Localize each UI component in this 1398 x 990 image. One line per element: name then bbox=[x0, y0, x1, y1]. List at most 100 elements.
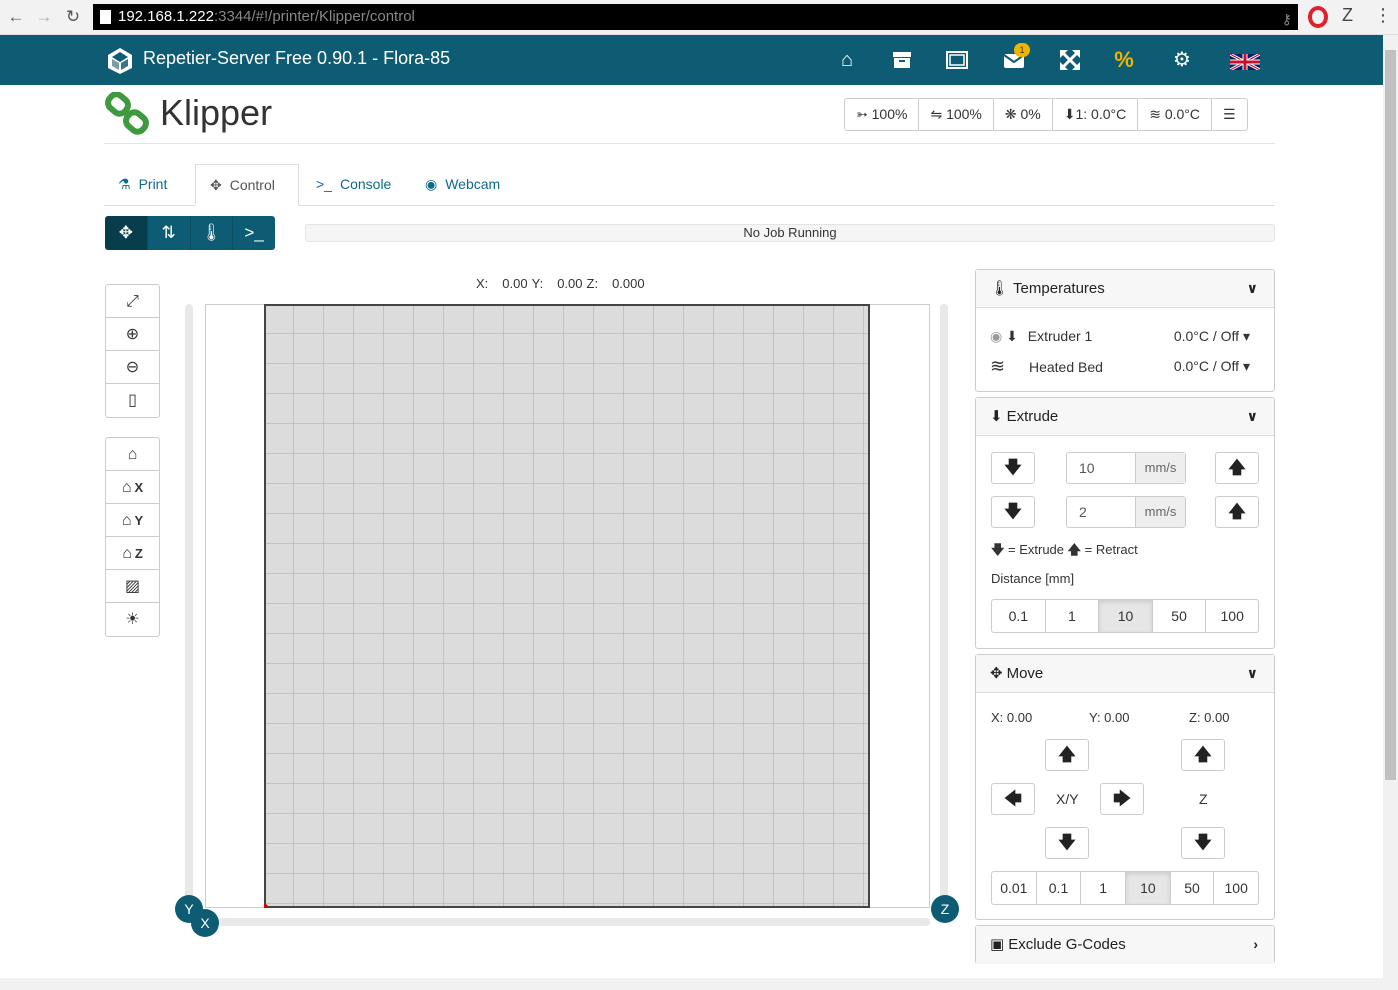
z-label: Z bbox=[1199, 791, 1208, 807]
distance-option-selected[interactable]: 10 bbox=[1099, 600, 1153, 632]
radio-icon[interactable]: ◉ bbox=[990, 328, 1002, 344]
temperatures-header[interactable]: 🌡 Temperatures ∨ bbox=[976, 270, 1274, 308]
move-y-minus-button[interactable]: 🡇 bbox=[1045, 827, 1089, 859]
percent-icon[interactable]: % bbox=[1109, 45, 1139, 75]
book-icon[interactable] bbox=[942, 45, 972, 75]
fan-status[interactable]: ❋ 0% bbox=[994, 99, 1053, 130]
move-mode-button[interactable]: ✥ bbox=[105, 216, 148, 250]
step-option[interactable]: 0.01 bbox=[992, 872, 1037, 904]
fit-view-button[interactable]: ⤢ bbox=[106, 285, 159, 318]
distance-option[interactable]: 50 bbox=[1153, 600, 1207, 632]
console-icon: >_ bbox=[244, 223, 264, 242]
exclude-icon: ▣ bbox=[990, 936, 1005, 953]
step-option[interactable]: 0.1 bbox=[1037, 872, 1082, 904]
temperature-mode-button[interactable]: 🌡 bbox=[190, 216, 234, 250]
url-host: 192.168.1.222 bbox=[118, 8, 214, 25]
distance-option[interactable]: 0.1 bbox=[992, 600, 1046, 632]
mouse-mode-button[interactable]: ▯ bbox=[106, 384, 159, 417]
speed-status[interactable]: ➳ 100% bbox=[845, 99, 920, 130]
distance-option[interactable]: 100 bbox=[1206, 600, 1258, 632]
y-slider[interactable] bbox=[185, 304, 193, 908]
home-all-button[interactable]: ⌂ bbox=[106, 438, 159, 471]
flow-status[interactable]: ⇋ 100% bbox=[919, 99, 994, 130]
arrow-down-icon: 🡇 bbox=[1058, 833, 1076, 852]
page-icon bbox=[100, 10, 111, 24]
step-option[interactable]: 100 bbox=[1214, 872, 1258, 904]
exclude-gcodes-header[interactable]: ▣ Exclude G-Codes › bbox=[976, 926, 1274, 964]
step-option[interactable]: 50 bbox=[1171, 872, 1215, 904]
arrow-up-icon: 🡅 bbox=[1067, 542, 1082, 557]
zoom-in-button[interactable]: ⊕ bbox=[106, 318, 159, 351]
print-bed-grid[interactable] bbox=[264, 304, 870, 908]
move-header[interactable]: ✥ Move ∨ bbox=[976, 655, 1274, 693]
move-z-minus-button[interactable]: 🡇 bbox=[1181, 827, 1225, 859]
opera-icon[interactable] bbox=[1308, 6, 1328, 28]
messages-badge: 1 bbox=[1014, 43, 1030, 57]
scrollbar-thumb[interactable] bbox=[1385, 50, 1396, 780]
bed-status[interactable]: ≋ 0.0°C bbox=[1138, 99, 1213, 130]
z-axis-handle[interactable]: Z bbox=[931, 895, 959, 923]
home-icon: ⌂ bbox=[127, 446, 138, 463]
browser-menu-icon[interactable]: ⋮ bbox=[1374, 5, 1392, 26]
status-menu-button[interactable]: ☰ bbox=[1212, 99, 1247, 130]
move-arrows-icon: ✥ bbox=[990, 665, 1003, 682]
tab-control[interactable]: ✥ Control bbox=[195, 164, 299, 206]
extrude-speed-1[interactable]: 10 mm/s bbox=[1066, 452, 1186, 484]
move-x-plus-button[interactable]: 🡆 bbox=[1100, 783, 1144, 815]
tab-console[interactable]: >_ Console bbox=[302, 164, 402, 206]
move-arrows-icon: ✥ bbox=[210, 177, 222, 193]
extrude-button-2[interactable]: 🡇 bbox=[991, 496, 1035, 528]
extruder-mode-button[interactable]: ⇅ bbox=[147, 216, 191, 250]
move-z-plus-button[interactable]: 🡅 bbox=[1181, 739, 1225, 771]
forward-icon[interactable]: → bbox=[33, 6, 55, 28]
motors-off-button[interactable]: ▨ bbox=[106, 570, 159, 603]
light-button[interactable]: ☀ bbox=[106, 603, 159, 636]
tab-print[interactable]: ⚗ Print bbox=[104, 164, 194, 206]
retract-button-2[interactable]: 🡅 bbox=[1215, 496, 1259, 528]
home-x-button[interactable]: ⌂ X bbox=[106, 471, 159, 504]
bed-temp-row: ≋ Heated Bed 0.0°C / Off ▾ bbox=[990, 356, 1250, 376]
app-header: Repetier-Server Free 0.90.1 - Flora-85 ⌂… bbox=[0, 35, 1383, 85]
console-icon: >_ bbox=[316, 176, 332, 192]
bed-temp-dropdown[interactable]: 0.0°C / Off ▾ bbox=[1174, 356, 1250, 376]
key-icon[interactable]: ⚷ bbox=[1282, 6, 1292, 32]
home-z-button[interactable]: ⌂ Z bbox=[106, 537, 159, 570]
extruder-temp-dropdown[interactable]: 0.0°C / Off ▾ bbox=[1174, 326, 1250, 346]
archive-icon[interactable] bbox=[887, 45, 917, 75]
vertical-scrollbar[interactable] bbox=[1383, 35, 1398, 978]
print-icon: ⚗ bbox=[118, 176, 131, 192]
arrow-down-icon: 🡇 bbox=[1194, 833, 1212, 852]
tab-webcam[interactable]: ◉ Webcam bbox=[411, 164, 521, 206]
gear-icon[interactable]: ⚙ bbox=[1167, 45, 1197, 75]
move-x-minus-button[interactable]: 🡄 bbox=[991, 783, 1035, 815]
home-y-button[interactable]: ⌂ Y bbox=[106, 504, 159, 537]
home-icon[interactable]: ⌂ bbox=[832, 45, 862, 75]
extruder-icon: ⬇ bbox=[1006, 328, 1018, 344]
extrude-header[interactable]: ⬇ Extrude ∨ bbox=[976, 398, 1274, 436]
horizontal-scrollbar[interactable] bbox=[0, 978, 1398, 990]
fullscreen-icon[interactable] bbox=[1055, 45, 1085, 75]
view-controls: ⤢ ⊕ ⊖ ▯ bbox=[105, 284, 160, 418]
arrow-left-icon: 🡄 bbox=[1004, 789, 1022, 808]
extension-z-icon[interactable]: Z bbox=[1342, 5, 1353, 26]
extrude-speed-2[interactable]: 2 mm/s bbox=[1066, 496, 1186, 528]
step-option-selected[interactable]: 10 bbox=[1126, 872, 1171, 904]
back-icon[interactable]: ← bbox=[5, 6, 27, 28]
step-option[interactable]: 1 bbox=[1081, 872, 1127, 904]
console-mode-button[interactable]: >_ bbox=[233, 216, 275, 250]
reload-icon[interactable]: ↻ bbox=[62, 6, 84, 28]
distance-option[interactable]: 1 bbox=[1046, 600, 1100, 632]
address-bar[interactable]: 192.168.1.222:3344/#!/printer/Klipper/co… bbox=[93, 4, 1298, 30]
z-slider[interactable] bbox=[940, 304, 948, 908]
move-y-plus-button[interactable]: 🡅 bbox=[1045, 739, 1089, 771]
retract-button-1[interactable]: 🡅 bbox=[1215, 452, 1259, 484]
chevron-down-icon: ∨ bbox=[1246, 665, 1258, 681]
thermometer-icon: 🌡 bbox=[990, 280, 1010, 297]
x-axis-handle[interactable]: X bbox=[191, 909, 219, 937]
extruder-status[interactable]: ⬇1: 0.0°C bbox=[1053, 99, 1139, 130]
extrude-panel: ⬇ Extrude ∨ 🡇 10 mm/s 🡅 🡇 2 mm/s 🡅 🡇 = Extru… bbox=[975, 397, 1275, 649]
x-slider[interactable] bbox=[218, 918, 930, 926]
language-flag-icon[interactable] bbox=[1230, 54, 1260, 70]
zoom-out-button[interactable]: ⊖ bbox=[106, 351, 159, 384]
extrude-button-1[interactable]: 🡇 bbox=[991, 452, 1035, 484]
